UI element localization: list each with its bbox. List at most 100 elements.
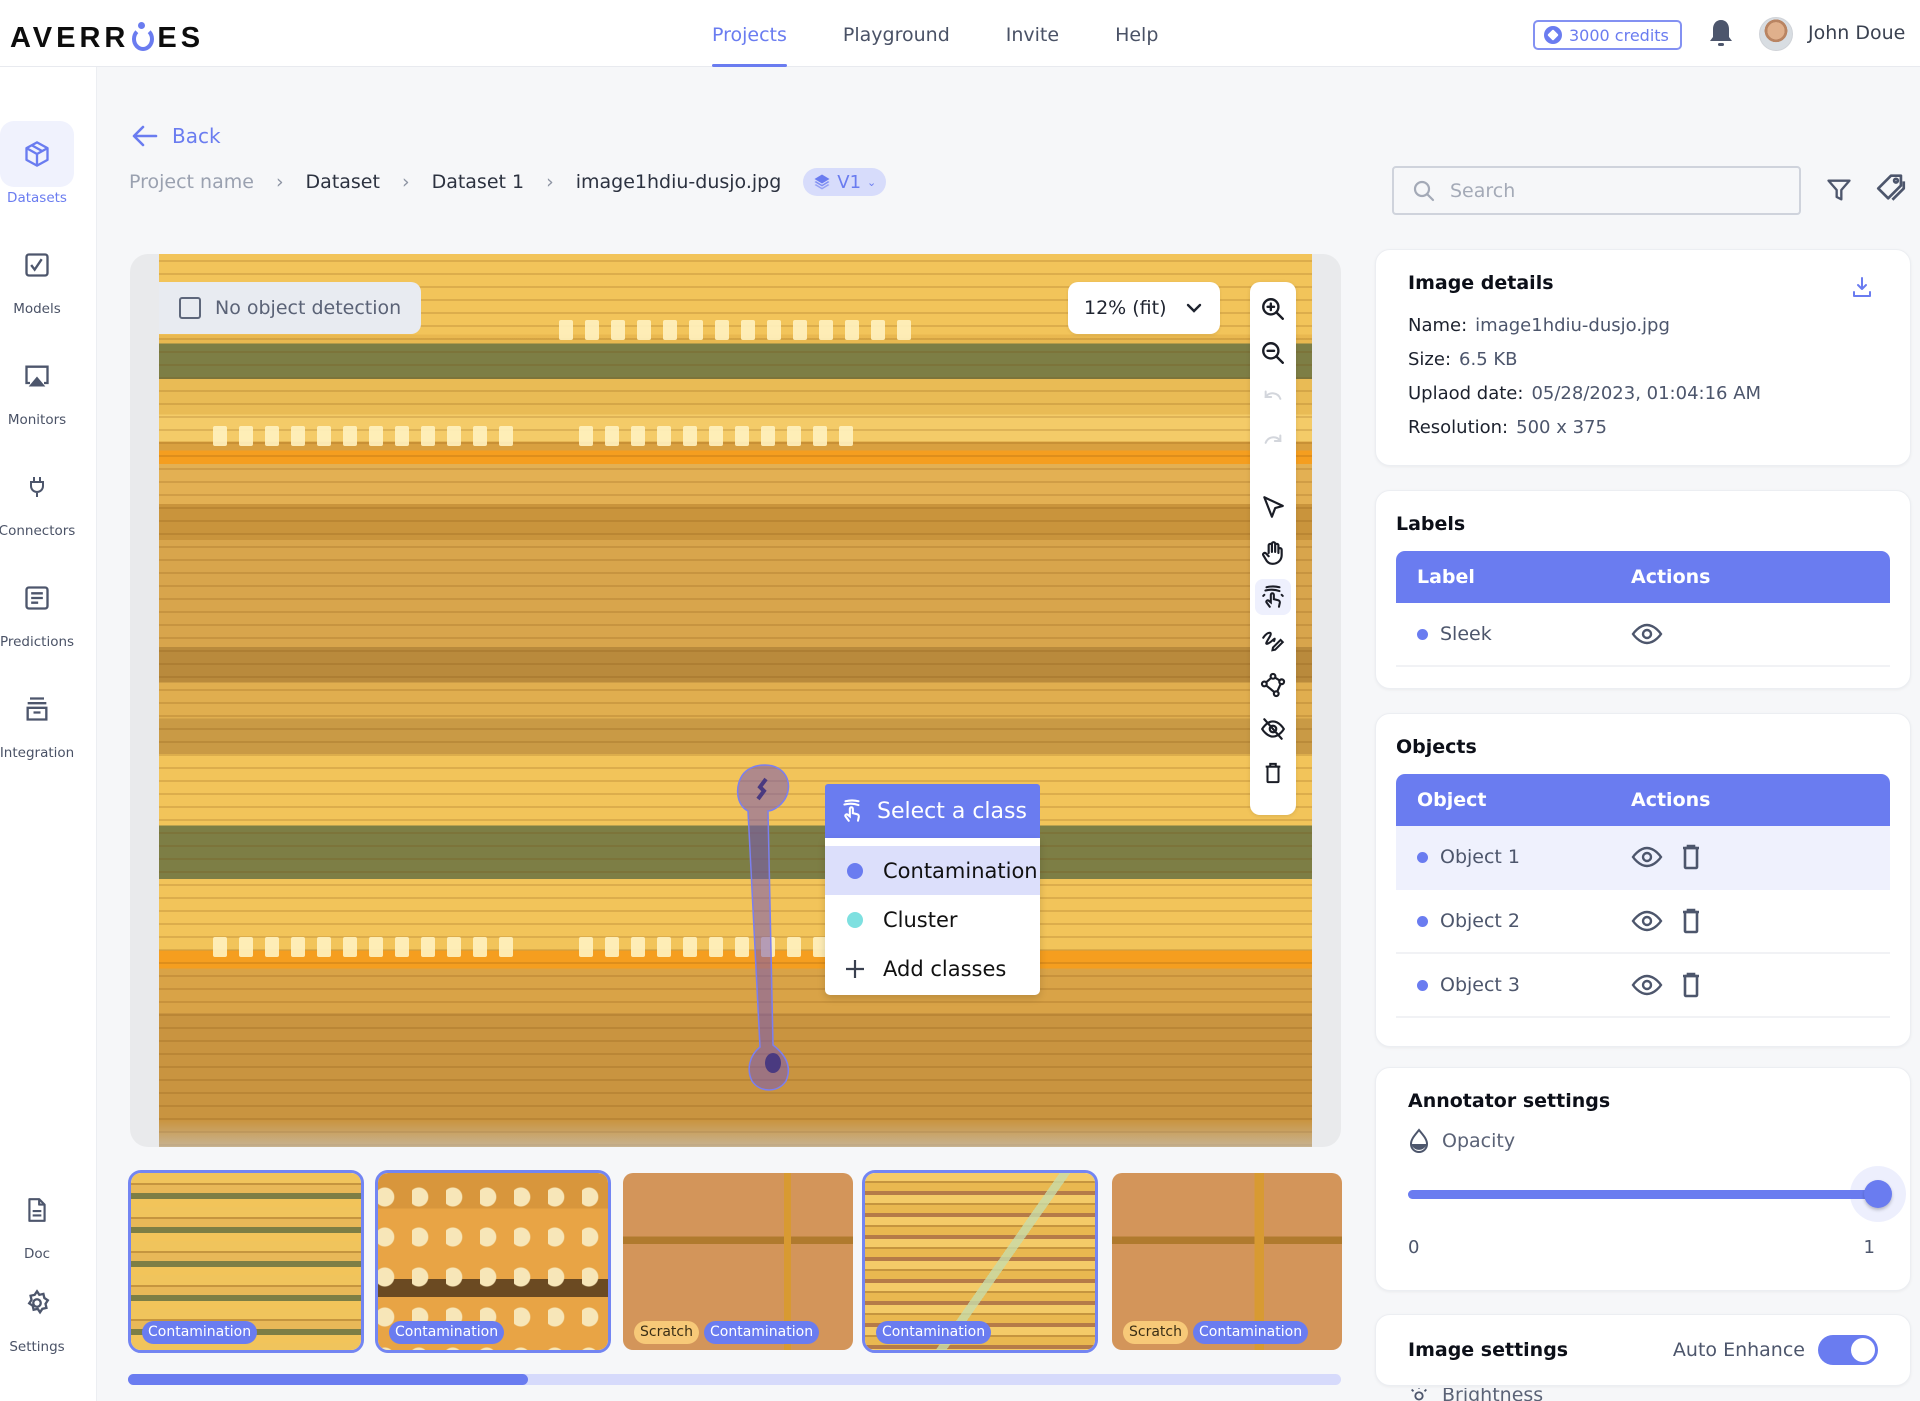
class-color-dot	[847, 862, 863, 879]
brightness-label: Brightness	[1442, 1388, 1544, 1401]
version-select[interactable]: V1 ⌄	[803, 168, 887, 196]
thumbnail-5[interactable]: Scratch Contamination	[1109, 1170, 1345, 1353]
search-field[interactable]	[1392, 166, 1801, 215]
trash-icon	[1683, 972, 1699, 998]
thumbnail-3[interactable]: Scratch Contamination	[620, 1170, 856, 1353]
search-input[interactable]	[1450, 179, 1770, 202]
object-name: Object 3	[1440, 974, 1521, 996]
object-name: Object 2	[1440, 910, 1521, 932]
object-row[interactable]: Object 3	[1396, 954, 1890, 1018]
thumbnail-tag: Contamination	[703, 1321, 820, 1344]
no-object-detection-toggle[interactable]: No object detection	[159, 282, 421, 334]
breadcrumb-project[interactable]: Project name	[129, 171, 254, 193]
redo-button[interactable]	[1255, 423, 1291, 459]
thumbnail-scrollbar[interactable]	[128, 1374, 1341, 1385]
tags-button[interactable]	[1874, 170, 1908, 204]
list-doc-icon	[25, 586, 49, 610]
user-avatar[interactable]	[1759, 17, 1793, 51]
labels-table-header: Label Actions	[1396, 551, 1890, 603]
image-details-card: Image details Name: image1hdiu-dusjo.jpg …	[1375, 249, 1911, 466]
delete-object-button[interactable]	[1681, 908, 1701, 934]
sidebar-item-integration[interactable]: Integration	[0, 676, 74, 761]
zoom-out-button[interactable]	[1255, 335, 1291, 371]
label-row[interactable]: Sleek	[1396, 603, 1890, 667]
undo-button[interactable]	[1255, 379, 1291, 415]
user-name[interactable]: John Doue	[1808, 22, 1905, 44]
nav-projects[interactable]: Projects	[712, 0, 787, 67]
logo-o-icon	[132, 21, 155, 51]
detail-resolution: Resolution: 500 x 375	[1408, 417, 1607, 438]
no-detection-checkbox[interactable]	[179, 297, 201, 319]
sidebar-item-predictions[interactable]: Predictions	[0, 565, 74, 650]
polygon-tool[interactable]	[1255, 667, 1291, 703]
delete-object-button[interactable]	[1681, 844, 1701, 870]
object-row[interactable]: Object 1	[1396, 826, 1890, 890]
sidebar-item-monitors[interactable]: Monitors	[0, 343, 74, 428]
sidebar-label: Models	[13, 301, 61, 317]
brush-tool[interactable]	[1255, 623, 1291, 659]
breadcrumb-dataset[interactable]: Dataset	[306, 171, 380, 193]
zoom-level-select[interactable]: 12% (fit)	[1068, 282, 1220, 334]
thumbnail-strip: Contamination Contamination Scratch Conta…	[128, 1170, 1342, 1354]
sidebar-label: Predictions	[0, 634, 75, 650]
bell-icon[interactable]	[1708, 18, 1734, 50]
back-button[interactable]: Back	[132, 124, 221, 148]
opacity-slider-handle[interactable]	[1864, 1180, 1892, 1208]
delete-object-button[interactable]	[1681, 972, 1701, 998]
add-classes-button[interactable]: Add classes	[825, 944, 1040, 993]
class-color-dot	[847, 911, 863, 928]
hand-icon	[1262, 541, 1283, 565]
eye-icon	[1631, 623, 1663, 645]
toggle-visibility-button[interactable]	[1631, 846, 1663, 868]
nav-invite[interactable]: Invite	[1006, 0, 1059, 67]
toggle-visibility-button[interactable]	[1631, 910, 1663, 932]
sidebar-label: Settings	[9, 1339, 65, 1355]
annotation-polygon[interactable]	[730, 755, 800, 1095]
sidebar-item-connectors[interactable]: Connectors	[0, 454, 75, 539]
select-tool[interactable]	[1255, 489, 1291, 525]
sidebar-label: Monitors	[7, 412, 67, 428]
filter-icon	[1827, 179, 1851, 201]
polygon-icon	[1260, 672, 1286, 698]
arrow-left-icon	[132, 125, 158, 147]
download-button[interactable]	[1850, 274, 1874, 300]
chip-pads	[579, 937, 853, 957]
nav-playground[interactable]: Playground	[843, 0, 950, 67]
thumbnail-4[interactable]: Contamination	[862, 1170, 1098, 1353]
class-option-contamination[interactable]: Contamination	[825, 846, 1040, 895]
scrollbar-thumb[interactable]	[128, 1374, 529, 1385]
sidebar-item-models[interactable]: Models	[0, 232, 74, 317]
brightness-label-row: Brightness	[1408, 1388, 1543, 1401]
detail-size: Size: 6.5 KB	[1408, 349, 1518, 370]
smart-select-tool[interactable]	[1255, 579, 1291, 615]
thumbnail-1[interactable]: Contamination	[128, 1170, 364, 1353]
opacity-slider[interactable]	[1408, 1180, 1892, 1208]
auto-enhance-toggle[interactable]	[1818, 1335, 1878, 1365]
averroes-logo[interactable]: AVERR ES	[10, 21, 204, 55]
label-name: Sleek	[1440, 623, 1492, 645]
thumbnail-tag: Contamination	[142, 1321, 258, 1344]
class-option-label: Contamination	[883, 858, 1038, 883]
thumbnail-2[interactable]: Contamination	[375, 1170, 611, 1353]
credits-badge[interactable]: 3000 credits	[1533, 20, 1682, 50]
breadcrumb: Project name › Dataset › Dataset 1 › ima…	[129, 168, 887, 196]
sidebar-item-settings[interactable]: Settings	[0, 1270, 74, 1355]
nav-help[interactable]: Help	[1115, 0, 1158, 67]
archive-icon	[26, 697, 48, 721]
zoom-in-button[interactable]	[1255, 291, 1291, 327]
hide-annotations-button[interactable]	[1255, 711, 1291, 747]
pan-tool[interactable]	[1255, 535, 1291, 571]
object-row[interactable]: Object 2	[1396, 890, 1890, 954]
objects-table-header: Object Actions	[1396, 774, 1890, 826]
class-option-label: Cluster	[883, 907, 958, 932]
toggle-visibility-button[interactable]	[1631, 974, 1663, 996]
toggle-visibility-button[interactable]	[1631, 623, 1663, 645]
delete-annotation-button[interactable]	[1255, 755, 1291, 791]
sidebar-item-doc[interactable]: Doc	[0, 1177, 74, 1262]
sidebar-item-datasets[interactable]: Datasets	[0, 121, 74, 206]
opacity-min-label: 0	[1408, 1237, 1420, 1258]
class-option-cluster[interactable]: Cluster	[825, 895, 1040, 944]
filter-button[interactable]	[1825, 176, 1853, 204]
breadcrumb-dataset-1[interactable]: Dataset 1	[432, 171, 525, 193]
sun-icon	[1411, 1388, 1427, 1400]
